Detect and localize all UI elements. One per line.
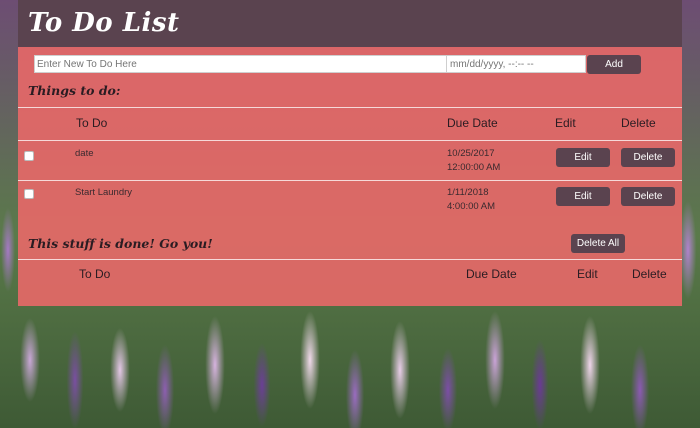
done-col-header-todo: To Do — [79, 267, 111, 281]
todo-checkbox[interactable] — [24, 189, 34, 199]
app-header: To Do List — [18, 0, 682, 47]
col-header-delete: Delete — [621, 116, 656, 130]
delete-button[interactable]: Delete — [621, 148, 675, 167]
col-header-edit: Edit — [555, 116, 576, 130]
todo-text: date — [75, 148, 94, 159]
divider — [18, 180, 682, 181]
todo-panel: Add Things to do: To Do Due Date Edit De… — [18, 47, 682, 306]
done-col-header-delete: Delete — [632, 267, 667, 281]
due-time: 12:00:00 AM — [447, 162, 501, 173]
due-date: 1/11/2018 — [447, 187, 489, 198]
delete-button[interactable]: Delete — [621, 187, 675, 206]
add-button[interactable]: Add — [587, 55, 641, 74]
due-date-input[interactable] — [446, 55, 586, 73]
new-todo-input[interactable] — [34, 55, 448, 73]
app-title: To Do List — [28, 8, 180, 38]
due-time: 4:00:00 AM — [447, 201, 496, 212]
todo-text: Start Laundry — [75, 187, 133, 198]
done-section-title: This stuff is done! Go you! — [28, 236, 213, 251]
edit-button[interactable]: Edit — [556, 148, 610, 167]
divider — [18, 140, 682, 141]
divider — [18, 259, 682, 260]
todo-section-title: Things to do: — [28, 83, 121, 98]
done-col-header-due-date: Due Date — [466, 267, 517, 281]
edit-button[interactable]: Edit — [556, 187, 610, 206]
delete-all-button[interactable]: Delete All — [571, 234, 625, 253]
col-header-todo: To Do — [76, 116, 108, 130]
col-header-due-date: Due Date — [447, 116, 498, 130]
todo-checkbox[interactable] — [24, 151, 34, 161]
due-date: 10/25/2017 — [447, 148, 495, 159]
divider — [18, 107, 682, 108]
done-col-header-edit: Edit — [577, 267, 598, 281]
